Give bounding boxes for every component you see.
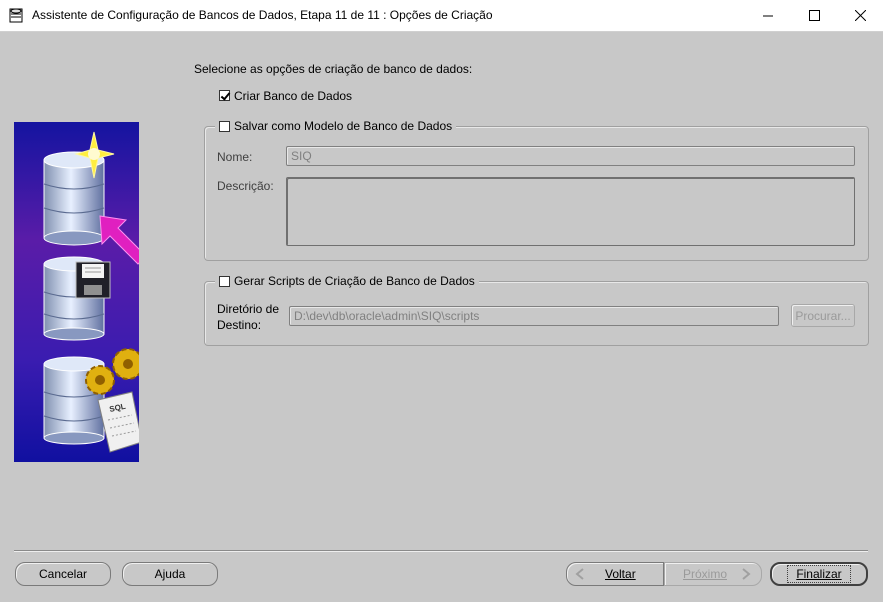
- next-label: Próximo: [682, 567, 727, 581]
- back-button[interactable]: Voltar: [566, 562, 664, 586]
- maximize-button[interactable]: [791, 0, 837, 31]
- finish-label: Finalizar: [787, 565, 851, 583]
- back-label: Voltar: [605, 567, 636, 581]
- name-label: Nome:: [217, 150, 253, 164]
- generate-scripts-checkbox[interactable]: [219, 275, 230, 287]
- close-icon: [854, 10, 866, 21]
- footer-separator: [14, 550, 868, 552]
- chevron-left-icon: [575, 568, 584, 580]
- help-button[interactable]: Ajuda: [122, 562, 218, 586]
- close-button[interactable]: [837, 0, 883, 31]
- create-database-checkbox[interactable]: [219, 90, 230, 101]
- window-title: Assistente de Configuração de Bancos de …: [32, 8, 493, 22]
- cancel-button[interactable]: Cancelar: [15, 562, 111, 586]
- title-bar: Assistente de Configuração de Bancos de …: [0, 0, 883, 32]
- destination-dir-label-line1: Diretório de: [217, 302, 280, 316]
- minimize-button[interactable]: [745, 0, 791, 31]
- maximize-icon: [808, 10, 820, 21]
- floppy-icon: [75, 261, 111, 299]
- database-app-icon: [9, 8, 23, 23]
- cancel-label: Cancelar: [38, 567, 88, 581]
- destination-dir-field[interactable]: D:\dev\db\oracle\admin\SIQ\scripts: [289, 306, 779, 326]
- finish-button[interactable]: Finalizar: [770, 562, 868, 586]
- help-label: Ajuda: [154, 567, 186, 581]
- wizard-illustration: SQL: [14, 122, 139, 462]
- destination-dir-label-line2: Destino:: [217, 318, 262, 332]
- scripts-group-legend: Gerar Scripts de Criação de Banco de Dad…: [215, 273, 479, 289]
- instruction-text: Selecione as opções de criação de banco …: [194, 62, 473, 76]
- next-button[interactable]: Próximo: [664, 562, 762, 586]
- chevron-right-icon: [742, 568, 751, 580]
- template-group-legend: Salvar como Modelo de Banco de Dados: [215, 118, 457, 134]
- template-description-field[interactable]: [286, 177, 855, 246]
- template-name-field[interactable]: SIQ: [286, 146, 855, 166]
- browse-button[interactable]: Procurar...: [791, 304, 855, 327]
- generate-scripts-label: Gerar Scripts de Criação de Banco de Dad…: [234, 274, 475, 288]
- create-database-label: Criar Banco de Dados: [234, 89, 353, 103]
- save-template-label: Salvar como Modelo de Banco de Dados: [234, 119, 453, 133]
- description-label: Descrição:: [217, 179, 274, 193]
- save-template-checkbox[interactable]: [219, 120, 230, 132]
- minimize-icon: [762, 15, 773, 17]
